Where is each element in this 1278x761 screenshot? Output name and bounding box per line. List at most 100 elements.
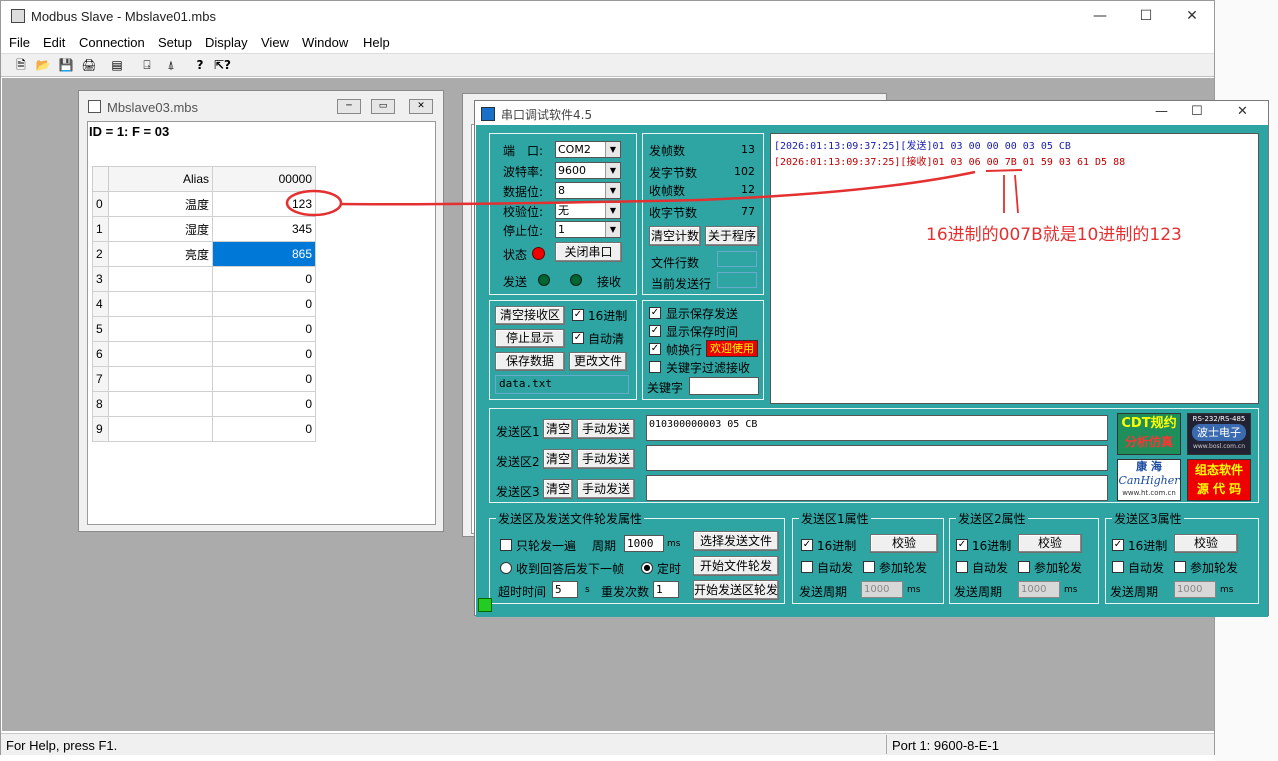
area-3-hex-checkbox[interactable]: ✓ bbox=[1112, 539, 1124, 551]
cdt-ad-tile[interactable]: CDT规约 分析仿真 bbox=[1117, 413, 1181, 455]
parity-select[interactable]: 无 ▼ bbox=[555, 202, 621, 219]
clear-send-1-button[interactable]: 清空 bbox=[543, 419, 573, 439]
resend-input[interactable]: 1 bbox=[653, 581, 679, 598]
value-cell[interactable]: 123 bbox=[212, 191, 316, 217]
clear-send-3-button[interactable]: 清空 bbox=[543, 479, 573, 499]
send-area-2-input[interactable] bbox=[646, 445, 1108, 471]
alias-cell[interactable] bbox=[108, 291, 213, 317]
serial-maximize-icon[interactable]: ☐ bbox=[1191, 104, 1203, 119]
timeout-input[interactable]: 5 bbox=[552, 581, 578, 598]
alias-cell[interactable] bbox=[108, 341, 213, 367]
open-icon[interactable]: 📂 bbox=[35, 57, 51, 73]
print-icon[interactable]: 🖨 bbox=[81, 57, 97, 73]
send-area-3-input[interactable] bbox=[646, 475, 1108, 501]
stop-display-button[interactable]: 停止显示 bbox=[495, 329, 565, 348]
value-cell[interactable]: 0 bbox=[212, 416, 316, 442]
connect-icon[interactable]: ⍈ bbox=[139, 57, 155, 73]
area-2-period-input[interactable]: 1000 bbox=[1018, 581, 1060, 598]
canhigher-ad-tile[interactable]: 康 海 CanHigher www.ht.com.cn bbox=[1117, 459, 1181, 501]
clear-send-2-button[interactable]: 清空 bbox=[543, 449, 573, 469]
alias-cell[interactable] bbox=[108, 316, 213, 342]
alias-cell[interactable] bbox=[108, 416, 213, 442]
receive-area[interactable]: [2026:01:13:09:37:25][发送]01 03 00 00 00 … bbox=[770, 133, 1259, 404]
menu-help[interactable]: Help bbox=[363, 35, 390, 50]
value-cell[interactable]: 0 bbox=[212, 341, 316, 367]
scada-ad-tile[interactable]: 组态软件 源 代 码 bbox=[1187, 459, 1251, 501]
serial-close-icon[interactable]: ✕ bbox=[1237, 104, 1248, 119]
manual-send-1-button[interactable]: 手动发送 bbox=[577, 419, 635, 439]
value-cell[interactable]: 0 bbox=[212, 391, 316, 417]
value-cell[interactable]: 345 bbox=[212, 216, 316, 242]
value-cell[interactable]: 0 bbox=[212, 266, 316, 292]
close-port-button[interactable]: 关闭串口 bbox=[555, 242, 622, 262]
new-icon[interactable]: 🗎 bbox=[13, 57, 29, 73]
menu-edit[interactable]: Edit bbox=[43, 35, 65, 50]
disconnect-icon[interactable]: ⍋ bbox=[163, 57, 179, 73]
manual-send-2-button[interactable]: 手动发送 bbox=[577, 449, 635, 469]
keyword-filter-checkbox[interactable] bbox=[649, 361, 661, 373]
slave-minimize-icon[interactable]: ─ bbox=[337, 99, 361, 114]
alias-cell[interactable] bbox=[108, 366, 213, 392]
menu-display[interactable]: Display bbox=[205, 35, 248, 50]
area-3-auto-send-checkbox[interactable] bbox=[1112, 561, 1124, 573]
window-icon[interactable]: ▤ bbox=[109, 57, 125, 73]
change-file-button[interactable]: 更改文件 bbox=[569, 352, 627, 371]
filename-field[interactable]: data.txt bbox=[495, 375, 629, 394]
timed-radio[interactable]: ● bbox=[641, 562, 653, 574]
alias-cell[interactable]: 亮度 bbox=[108, 241, 213, 267]
auto-clear-checkbox[interactable]: ✓ bbox=[572, 332, 584, 344]
area-3-verify-button[interactable]: 校验 bbox=[1174, 534, 1238, 553]
slave-close-icon[interactable]: ✕ bbox=[409, 99, 433, 114]
port-select[interactable]: COM2 ▼ bbox=[555, 141, 621, 158]
area-2-verify-button[interactable]: 校验 bbox=[1018, 534, 1082, 553]
after-reply-radio[interactable] bbox=[500, 562, 512, 574]
show-save-time-checkbox[interactable]: ✓ bbox=[649, 325, 661, 337]
context-help-icon[interactable]: ⇱? bbox=[214, 57, 231, 73]
select-file-button[interactable]: 选择发送文件 bbox=[693, 531, 779, 551]
value-cell[interactable]: 0 bbox=[212, 291, 316, 317]
area-1-join-poll-checkbox[interactable] bbox=[863, 561, 875, 573]
manual-send-3-button[interactable]: 手动发送 bbox=[577, 479, 635, 499]
keyword-input[interactable] bbox=[689, 377, 759, 395]
send-area-1-input[interactable]: 010300000003 05 CB bbox=[646, 415, 1108, 441]
area-2-join-poll-checkbox[interactable] bbox=[1018, 561, 1030, 573]
area-1-verify-button[interactable]: 校验 bbox=[870, 534, 938, 553]
alias-cell[interactable] bbox=[108, 391, 213, 417]
period-input[interactable]: 1000 bbox=[624, 535, 664, 552]
slave-restore-icon[interactable]: ▭ bbox=[371, 99, 395, 114]
menu-setup[interactable]: Setup bbox=[158, 35, 192, 50]
about-icon[interactable]: ? bbox=[192, 57, 208, 73]
baud-select[interactable]: 9600 ▼ bbox=[555, 162, 621, 179]
clear-receive-button[interactable]: 清空接收区 bbox=[495, 306, 565, 325]
save-icon[interactable]: 💾 bbox=[58, 57, 74, 73]
databits-select[interactable]: 8 ▼ bbox=[555, 182, 621, 199]
area-2-hex-checkbox[interactable]: ✓ bbox=[956, 539, 968, 551]
maximize-icon[interactable]: ☐ bbox=[1123, 1, 1169, 32]
alias-cell[interactable]: 温度 bbox=[108, 191, 213, 217]
area-3-join-poll-checkbox[interactable] bbox=[1174, 561, 1186, 573]
start-area-poll-button[interactable]: 开始发送区轮发 bbox=[693, 580, 779, 600]
area-1-hex-checkbox[interactable]: ✓ bbox=[801, 539, 813, 551]
serial-minimize-icon[interactable]: — bbox=[1155, 104, 1168, 119]
area-2-auto-send-checkbox[interactable] bbox=[956, 561, 968, 573]
about-button[interactable]: 关于程序 bbox=[705, 226, 759, 246]
area-3-period-input[interactable]: 1000 bbox=[1174, 581, 1216, 598]
value-cell[interactable]: 0 bbox=[212, 366, 316, 392]
menu-connection[interactable]: Connection bbox=[79, 35, 145, 50]
menu-window[interactable]: Window bbox=[302, 35, 348, 50]
value-cell[interactable]: 0 bbox=[212, 316, 316, 342]
value-cell-selected[interactable]: 865 bbox=[212, 241, 316, 267]
menu-view[interactable]: View bbox=[261, 35, 289, 50]
alias-cell[interactable]: 湿度 bbox=[108, 216, 213, 242]
area-1-period-input[interactable]: 1000 bbox=[861, 581, 903, 598]
alias-cell[interactable] bbox=[108, 266, 213, 292]
save-data-button[interactable]: 保存数据 bbox=[495, 352, 565, 371]
minimize-icon[interactable]: — bbox=[1077, 1, 1123, 32]
bosl-ad-tile[interactable]: RS-232/RS-485 波士电子 www.bosl.com.cn bbox=[1187, 413, 1251, 455]
hex-display-checkbox[interactable]: ✓ bbox=[572, 309, 584, 321]
frame-wrap-checkbox[interactable]: ✓ bbox=[649, 343, 661, 355]
clear-count-button[interactable]: 清空计数 bbox=[649, 226, 701, 246]
show-save-send-checkbox[interactable]: ✓ bbox=[649, 307, 661, 319]
close-icon[interactable]: ✕ bbox=[1169, 1, 1215, 32]
area-1-auto-send-checkbox[interactable] bbox=[801, 561, 813, 573]
